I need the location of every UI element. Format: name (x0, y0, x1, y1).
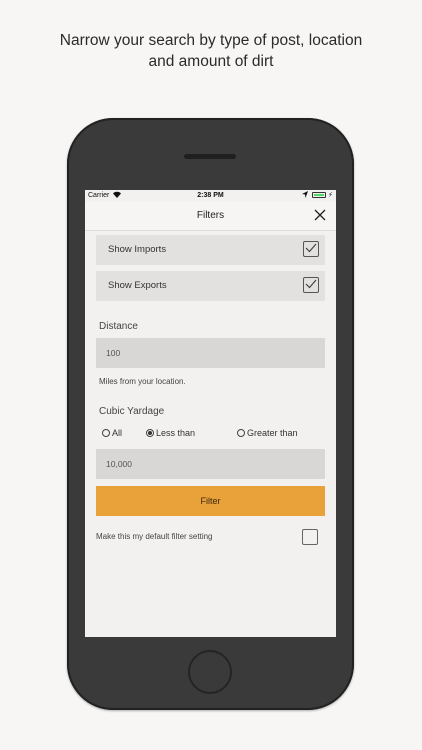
distance-hint: Miles from your location. (99, 377, 186, 386)
yardage-input[interactable]: 10,000 (96, 449, 325, 479)
radio-less-than-icon (146, 429, 154, 437)
status-bar: Carrier 2:38 PM ⚡ (85, 190, 336, 202)
location-arrow-icon (302, 191, 308, 200)
nav-bar: Filters (85, 202, 336, 231)
distance-input[interactable]: 100 (96, 338, 325, 368)
radio-all-label: All (112, 428, 123, 438)
default-setting-label: Make this my default filter setting (96, 532, 213, 541)
home-button[interactable] (188, 650, 232, 694)
phone-frame: Carrier 2:38 PM ⚡ Filters Show Imports S… (67, 118, 354, 710)
speaker-grille (184, 154, 236, 159)
close-icon[interactable] (311, 206, 329, 224)
radio-greater-than[interactable]: Greater than (237, 428, 298, 438)
cubic-yardage-label: Cubic Yardage (99, 406, 165, 417)
caption-line-2: and amount of dirt (148, 53, 274, 70)
radio-all[interactable]: All (102, 428, 122, 438)
show-imports-checkbox[interactable] (303, 241, 319, 257)
radio-all-icon (102, 429, 110, 437)
promo-caption: Narrow your search by type of post, loca… (0, 30, 422, 72)
filter-button[interactable]: Filter (96, 486, 325, 516)
radio-greater-than-icon (237, 429, 245, 437)
distance-label: Distance (99, 321, 138, 332)
radio-greater-than-label: Greater than (247, 428, 298, 438)
show-imports-label: Show Imports (108, 244, 167, 255)
radio-less-than[interactable]: Less than (146, 428, 195, 438)
show-imports-row[interactable]: Show Imports (96, 235, 325, 265)
status-time: 2:38 PM (197, 192, 224, 199)
caption-line-1: Narrow your search by type of post, loca… (59, 32, 363, 49)
nav-title: Filters (196, 210, 225, 221)
charging-icon: ⚡ (328, 192, 333, 199)
radio-less-than-label: Less than (156, 428, 196, 438)
show-exports-row[interactable]: Show Exports (96, 271, 325, 301)
yardage-radio-group: All Less than Greater than (85, 428, 336, 442)
show-exports-checkbox[interactable] (303, 277, 319, 293)
app-screen: Carrier 2:38 PM ⚡ Filters Show Imports S… (85, 190, 336, 637)
battery-icon (312, 192, 326, 198)
show-exports-label: Show Exports (108, 280, 167, 291)
default-setting-checkbox[interactable] (302, 529, 318, 545)
